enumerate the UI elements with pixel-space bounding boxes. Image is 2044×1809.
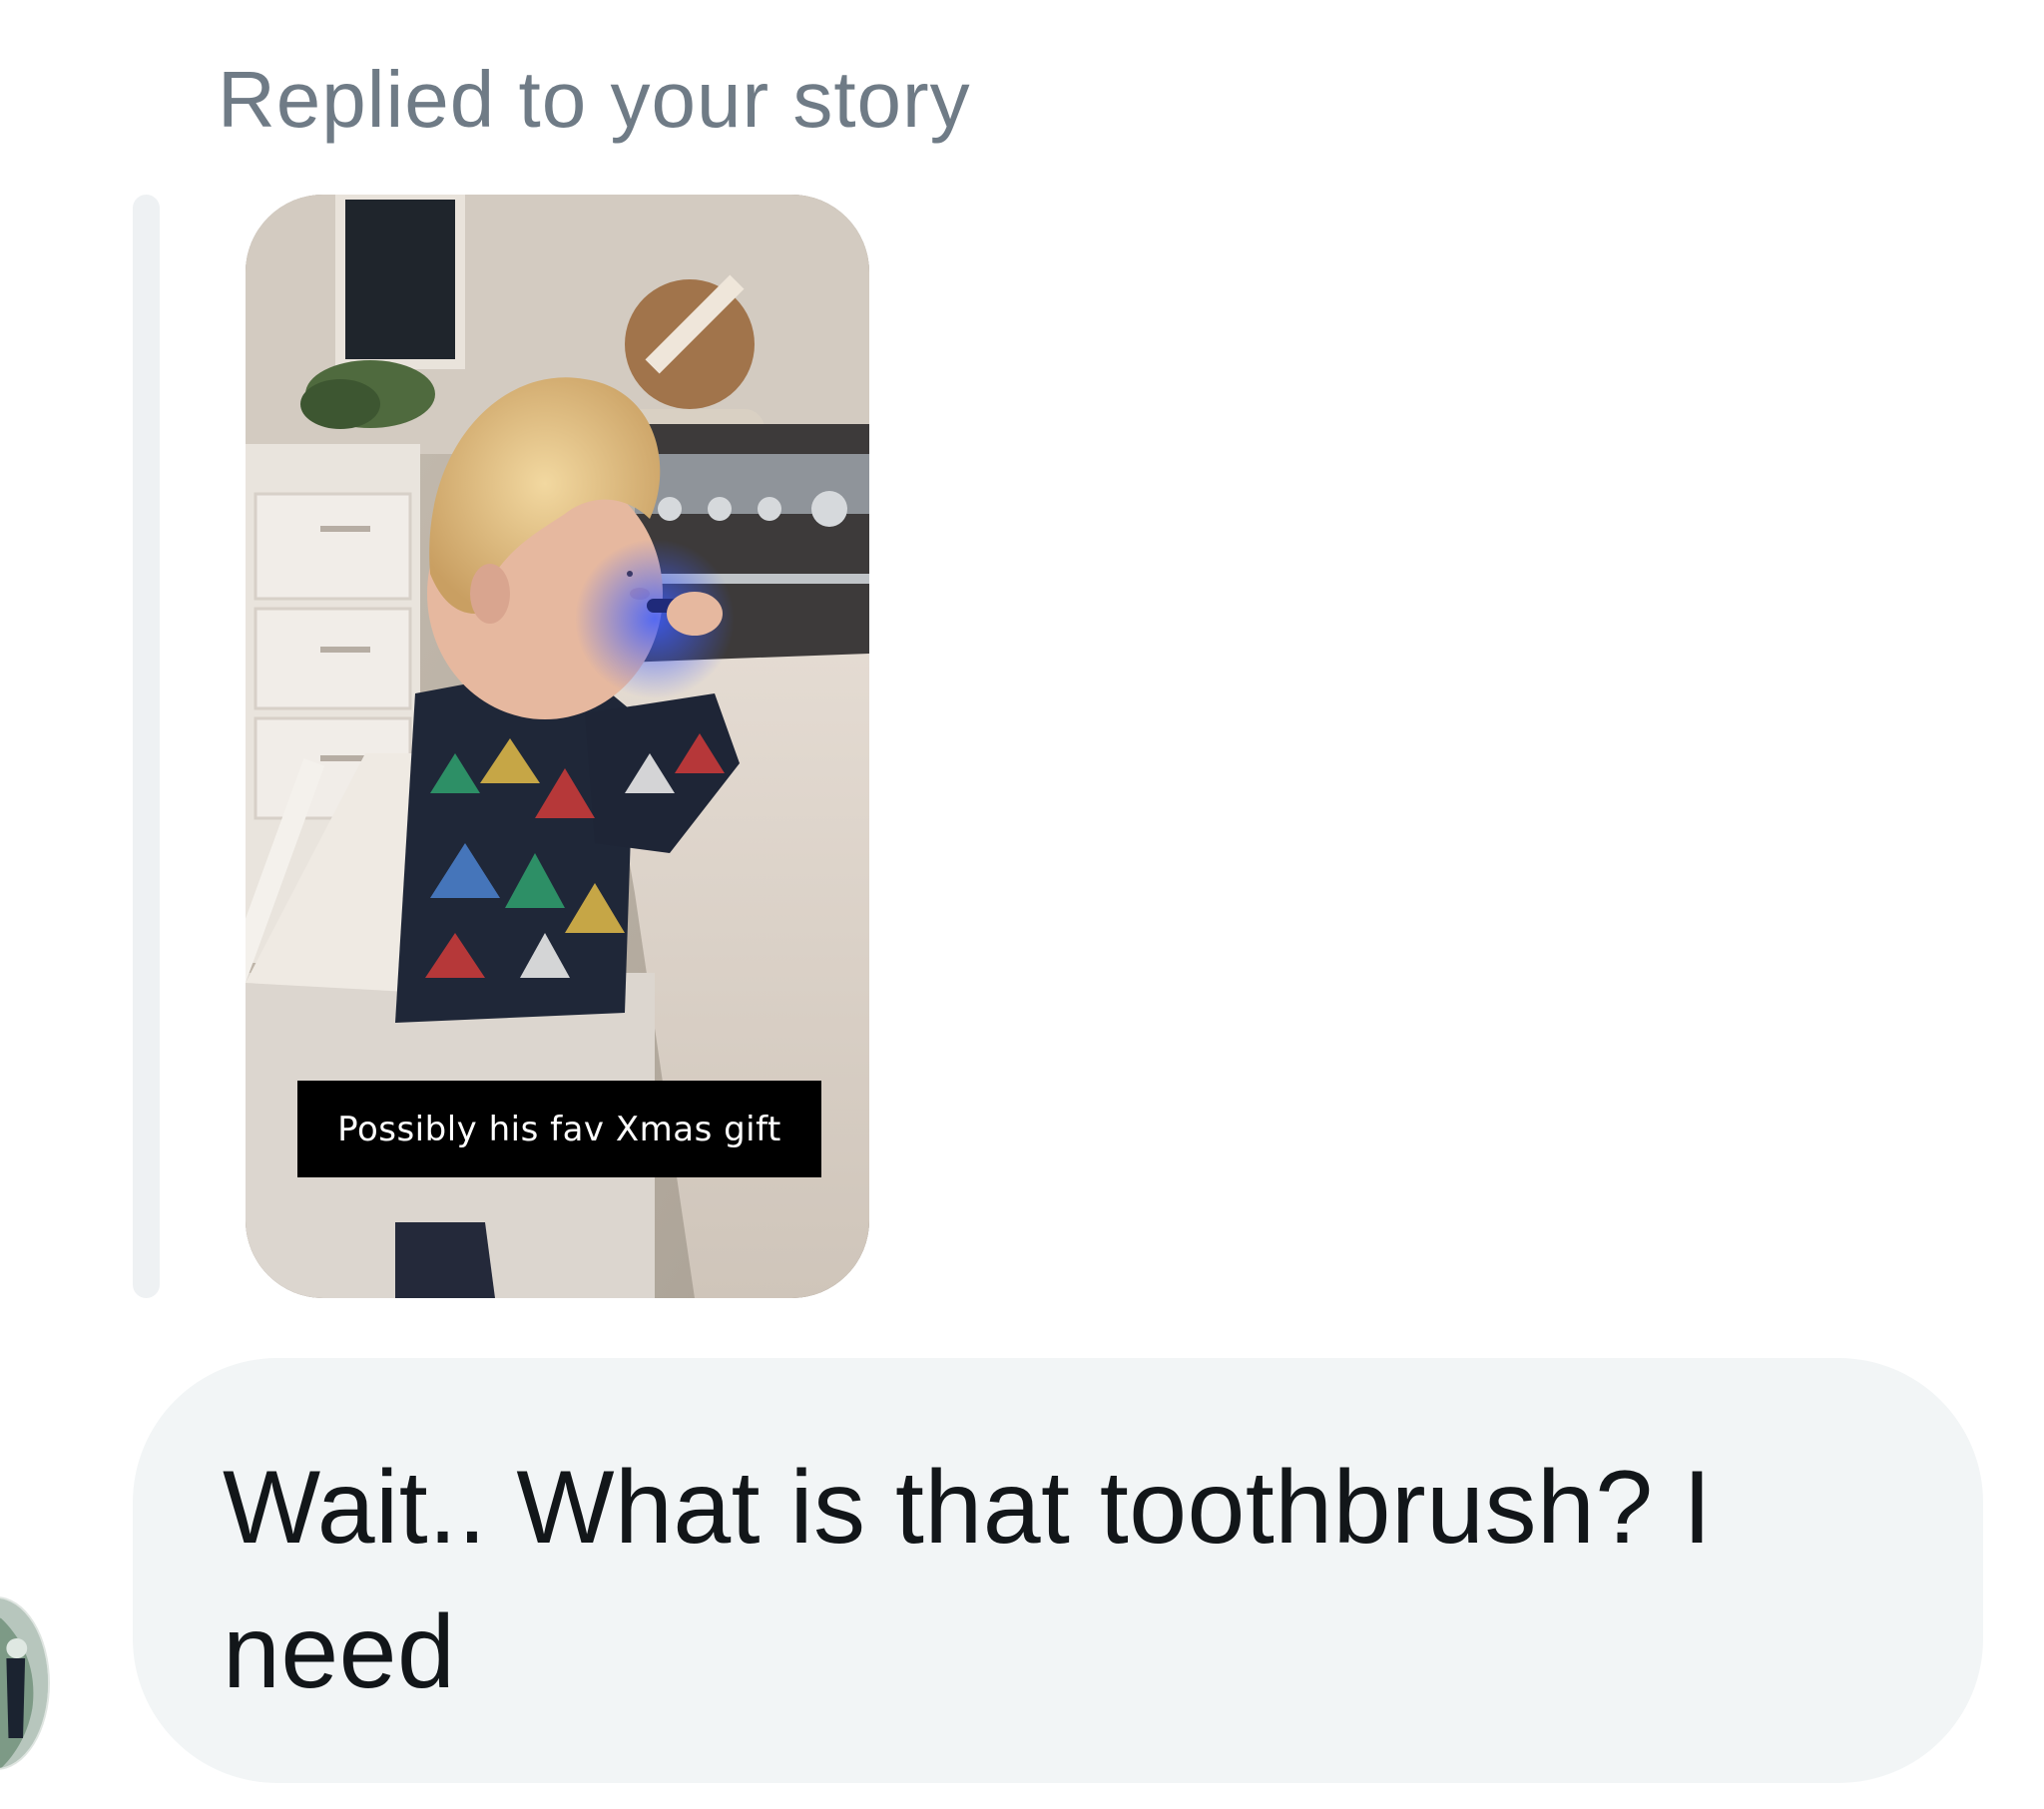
message-text: Wait.. What is that toothbrush? I need [223, 1450, 1713, 1710]
avatar-photo-image [0, 1598, 48, 1768]
message-bubble[interactable]: Wait.. What is that toothbrush? I need [133, 1358, 1983, 1783]
reply-context-label: Replied to your story [218, 55, 971, 144]
story-thumbnail[interactable]: Possibly his fav Xmas gift [246, 195, 869, 1298]
quoted-story-bar [133, 195, 160, 1298]
sender-avatar[interactable] [0, 1596, 50, 1770]
story-caption: Possibly his fav Xmas gift [297, 1081, 821, 1177]
